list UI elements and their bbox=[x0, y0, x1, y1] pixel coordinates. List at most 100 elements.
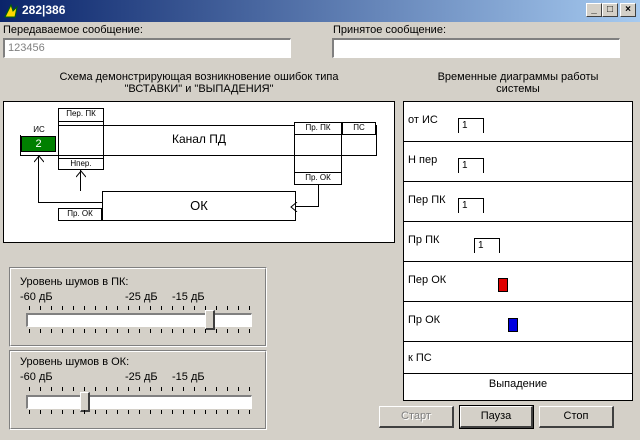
scheme-diagram: ИС 2 Пер. ПК Нпер. Канал ПД Пр. ПК Пр. О… bbox=[3, 101, 395, 243]
slider-tick bbox=[227, 306, 228, 310]
slider-tick bbox=[150, 306, 151, 310]
slider-tick bbox=[249, 387, 250, 391]
arrow-left-icon bbox=[290, 202, 298, 212]
timing-diagrams: от ИС 1 Н пер 1 Пер ПК 1 Пр ПК 1 Пер ОК … bbox=[403, 101, 633, 401]
slider-tick bbox=[194, 306, 195, 310]
rx-pk-box: Пр. ПК bbox=[294, 122, 342, 135]
slider-tick bbox=[84, 306, 85, 310]
maximize-button[interactable]: □ bbox=[602, 3, 618, 17]
tx-pk-box: Пер. ПК bbox=[58, 108, 104, 122]
slider-tick bbox=[238, 329, 239, 333]
noise-pk-tick-right: -15 дБ bbox=[172, 291, 205, 303]
received-message-label: Принятое сообщение: bbox=[333, 24, 447, 36]
slider-tick bbox=[117, 329, 118, 333]
title-bar[interactable]: 282|386 _ □ × bbox=[0, 0, 640, 22]
slider-tick bbox=[62, 306, 63, 310]
slider-tick bbox=[73, 306, 74, 310]
slider-tick bbox=[95, 329, 96, 333]
slider-tick bbox=[216, 306, 217, 310]
close-button[interactable]: × bbox=[620, 3, 636, 17]
slider-tick bbox=[40, 410, 41, 414]
slider-tick bbox=[73, 387, 74, 391]
noise-pk-label: Уровень шумов в ПК: bbox=[20, 276, 129, 288]
arrow-up-icon bbox=[34, 155, 44, 163]
slider-tick bbox=[51, 329, 52, 333]
slider-tick bbox=[161, 329, 162, 333]
timing-marker-red bbox=[498, 278, 508, 292]
slider-tick bbox=[172, 387, 173, 391]
slider-tick bbox=[106, 329, 107, 333]
slider-tick bbox=[205, 306, 206, 310]
timing-pulse: 1 bbox=[458, 198, 484, 213]
noise-ok-slider[interactable] bbox=[26, 385, 252, 415]
slider-tick bbox=[238, 410, 239, 414]
slider-tick bbox=[62, 387, 63, 391]
received-message-field[interactable] bbox=[332, 38, 620, 58]
noise-pk-slider[interactable] bbox=[26, 304, 252, 334]
channel-label: Канал ПД bbox=[171, 132, 227, 146]
slider-tick bbox=[84, 329, 85, 333]
timing-row-ps: к ПС bbox=[404, 342, 632, 374]
pause-button[interactable]: Пауза bbox=[459, 405, 534, 429]
rx-ok-box: Пр. ОК bbox=[294, 172, 342, 185]
slider-tick bbox=[29, 387, 30, 391]
slider-tick bbox=[205, 410, 206, 414]
slider-tick bbox=[51, 306, 52, 310]
slider-tick bbox=[238, 306, 239, 310]
slider-tick bbox=[172, 306, 173, 310]
diagram-caption: Схема демонстрирующая возникновение ошиб… bbox=[3, 71, 395, 95]
timing-marker-blue bbox=[508, 318, 518, 332]
slider-tick bbox=[95, 410, 96, 414]
slider-tick bbox=[227, 410, 228, 414]
timing-row-label: Пер ОК bbox=[408, 274, 447, 286]
timing-row-label: Пр ОК bbox=[408, 314, 441, 326]
slider-tick bbox=[40, 387, 41, 391]
slider-tick bbox=[106, 410, 107, 414]
timing-row-label: к ПС bbox=[408, 352, 432, 364]
source-label: ИС bbox=[20, 125, 58, 135]
feedback-line-right bbox=[318, 185, 319, 206]
source-value: 2 bbox=[21, 136, 56, 152]
slider-tick bbox=[29, 306, 30, 310]
slider-tick bbox=[51, 387, 52, 391]
tx-ok-box: Пр. ОК bbox=[58, 208, 102, 221]
slider-tick bbox=[183, 306, 184, 310]
slider-tick bbox=[150, 329, 151, 333]
feedback-line-right-h bbox=[296, 206, 319, 207]
timing-row-per-pk: Пер ПК 1 bbox=[404, 182, 632, 222]
slider-tick bbox=[227, 387, 228, 391]
diagram-caption-line1: Схема демонстрирующая возникновение ошиб… bbox=[59, 71, 339, 83]
timing-pulse: 1 bbox=[458, 118, 484, 133]
arrow-up-icon-2 bbox=[76, 170, 86, 178]
slider-tick bbox=[150, 410, 151, 414]
timing-row-is: от ИС 1 bbox=[404, 102, 632, 142]
minimize-button[interactable]: _ bbox=[586, 3, 602, 17]
slider-tick bbox=[117, 306, 118, 310]
slider-tick bbox=[106, 387, 107, 391]
slider-tick bbox=[95, 387, 96, 391]
timing-pulse: 1 bbox=[474, 238, 500, 253]
slider-tick bbox=[73, 329, 74, 333]
timing-row-label: Пр ПК bbox=[408, 234, 440, 246]
sent-message-field[interactable]: 123456 bbox=[3, 38, 291, 58]
stop-button[interactable]: Стоп bbox=[539, 406, 614, 428]
slider-tick bbox=[183, 410, 184, 414]
slider-tick bbox=[194, 387, 195, 391]
slider-tick bbox=[62, 410, 63, 414]
sink-box: ПС bbox=[342, 122, 376, 135]
feedback-line-left-h bbox=[38, 202, 102, 203]
noise-ok-tick-mid: -25 дБ bbox=[125, 371, 158, 383]
rx-pk-side-right bbox=[341, 135, 342, 175]
slider-tick bbox=[139, 410, 140, 414]
timing-caption-line1: Временные диаграммы работы bbox=[437, 71, 599, 83]
window-title: 282|386 bbox=[22, 3, 66, 17]
noise-pk-tick-mid: -25 дБ bbox=[125, 291, 158, 303]
start-button[interactable]: Старт bbox=[379, 406, 454, 428]
bus-line-bottom bbox=[20, 155, 376, 156]
timing-pulse: 1 bbox=[458, 158, 484, 173]
timing-row-nper: Н пер 1 bbox=[404, 142, 632, 182]
bus-line-right bbox=[376, 125, 377, 156]
slider-tick bbox=[73, 410, 74, 414]
slider-tick bbox=[183, 329, 184, 333]
slider-tick bbox=[205, 329, 206, 333]
